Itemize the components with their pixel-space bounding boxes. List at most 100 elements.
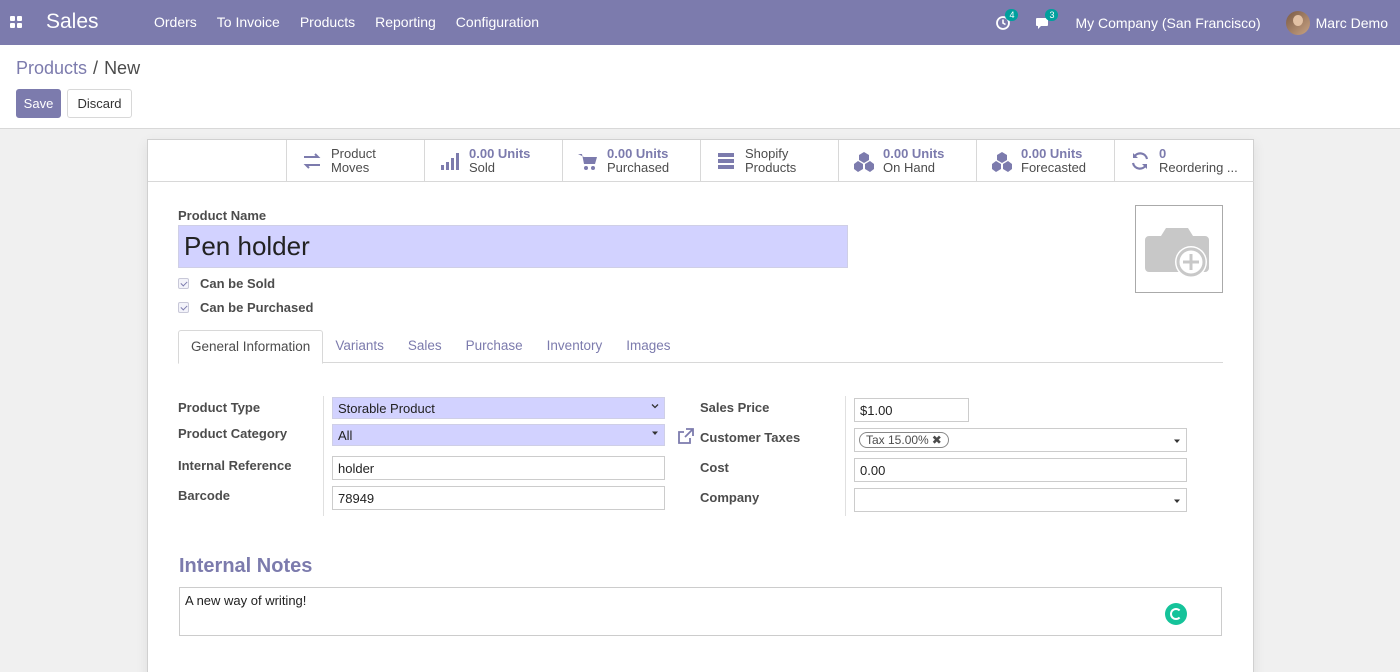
product-type-select[interactable]: Storable Product — [332, 397, 665, 419]
product-category-value: All — [338, 428, 353, 443]
sales-price-input[interactable]: $1.00 — [854, 398, 969, 422]
company-select[interactable] — [854, 488, 1187, 512]
customer-taxes-label: Customer Taxes — [700, 430, 801, 445]
tab-inventory[interactable]: Inventory — [535, 330, 615, 363]
left-group-divider — [323, 396, 324, 516]
grammarly-icon[interactable] — [1165, 603, 1187, 625]
menu-configuration[interactable]: Configuration — [456, 14, 539, 30]
top-navbar: Sales Orders To Invoice Products Reporti… — [0, 0, 1400, 45]
cubes-icon — [992, 152, 1012, 172]
internal-reference-input[interactable]: holder — [332, 456, 665, 480]
breadcrumb-separator: / — [93, 58, 99, 78]
activity-clock-icon[interactable]: 4 — [995, 8, 1019, 31]
can-be-sold-row: Can be Sold — [178, 276, 275, 291]
can-be-purchased-row: Can be Purchased — [178, 300, 313, 315]
reordering-value: 0 — [1159, 147, 1167, 161]
barcode-input[interactable]: 78949 — [332, 486, 665, 510]
product-category-label: Product Category — [178, 426, 288, 441]
menu-to-invoice[interactable]: To Invoice — [217, 14, 280, 30]
forecasted-label: Forecasted — [1021, 160, 1087, 175]
messages-chat-icon[interactable]: 3 — [1035, 8, 1059, 31]
can-be-sold-checkbox[interactable] — [178, 278, 189, 289]
can-be-purchased-checkbox[interactable] — [178, 302, 189, 313]
caret-down-icon — [1174, 499, 1180, 503]
barcode-label: Barcode — [178, 488, 231, 503]
forecasted-value: 0.00 Units — [1021, 147, 1083, 161]
company-switcher[interactable]: My Company (San Francisco) — [1075, 15, 1260, 31]
button-box-divider — [148, 181, 286, 182]
remove-tag-icon[interactable]: ✖ — [932, 433, 942, 447]
messages-count-badge: 3 — [1045, 8, 1059, 21]
on-hand-value: 0.00 Units — [883, 147, 945, 161]
shopify-label1: Shopify — [745, 147, 789, 161]
notebook-tabs: General Information Variants Sales Purch… — [178, 330, 1223, 364]
chevron-down-icon — [651, 404, 659, 409]
product-category-select[interactable]: All — [332, 424, 665, 446]
sold-value: 0.00 Units — [469, 147, 531, 161]
product-name-input[interactable] — [178, 225, 848, 268]
main-menu: Orders To Invoice Products Reporting Con… — [154, 14, 559, 30]
tab-purchase[interactable]: Purchase — [454, 330, 535, 363]
sold-button[interactable]: 0.00 Units Sold — [424, 140, 562, 182]
breadcrumb-products[interactable]: Products — [16, 58, 87, 78]
sales-price-label: Sales Price — [700, 400, 770, 415]
shopify-products-button[interactable]: Shopify Products — [700, 140, 838, 182]
product-type-value: Storable Product — [338, 401, 435, 416]
camera-plus-icon — [1145, 228, 1209, 278]
can-be-sold-label: Can be Sold — [200, 276, 276, 291]
customer-taxes-input[interactable]: Tax 15.00% ✖ — [854, 428, 1187, 452]
form-sheet: Product Moves 0.00 Units Sold 0.00 Units Pu… — [147, 139, 1254, 672]
cost-input[interactable]: 0.00 — [854, 458, 1187, 482]
user-menu[interactable]: Marc Demo — [1316, 15, 1388, 31]
caret-down-icon — [1174, 439, 1180, 443]
tab-sales[interactable]: Sales — [396, 330, 454, 363]
product-moves-button[interactable]: Product Moves — [286, 140, 424, 182]
company-label: Company — [700, 490, 760, 505]
signal-icon — [441, 153, 459, 170]
exchange-icon — [303, 153, 321, 169]
internal-reference-label: Internal Reference — [178, 458, 292, 473]
product-moves-label1: Product — [331, 147, 376, 161]
cubes-icon — [854, 152, 874, 172]
menu-orders[interactable]: Orders — [154, 14, 197, 30]
product-image-upload[interactable] — [1135, 205, 1223, 293]
activity-count-badge: 4 — [1005, 8, 1019, 21]
purchased-button[interactable]: 0.00 Units Purchased — [562, 140, 700, 182]
tab-variants[interactable]: Variants — [323, 330, 396, 363]
on-hand-label: On Hand — [883, 160, 936, 175]
app-name[interactable]: Sales — [46, 10, 99, 34]
forecasted-button[interactable]: 0.00 Units Forecasted — [976, 140, 1114, 182]
on-hand-button[interactable]: 0.00 Units On Hand — [838, 140, 976, 182]
tab-images[interactable]: Images — [614, 330, 682, 363]
user-avatar[interactable] — [1285, 10, 1310, 35]
navbar-right: 4 3 My Company (San Francisco) Marc Demo — [995, 0, 1400, 45]
discard-button[interactable]: Discard — [67, 89, 132, 118]
stack-icon — [718, 153, 734, 169]
smart-button-box: Product Moves 0.00 Units Sold 0.00 Units Pu… — [286, 140, 1254, 182]
sold-label: Sold — [469, 160, 496, 175]
save-button[interactable]: Save — [16, 89, 61, 118]
cost-label: Cost — [700, 460, 729, 475]
tax-tag-label: Tax 15.00% — [866, 433, 929, 447]
menu-products[interactable]: Products — [300, 14, 355, 30]
refresh-icon — [1131, 152, 1149, 170]
product-type-label: Product Type — [178, 400, 261, 415]
reordering-button[interactable]: 0 Reordering ... — [1114, 140, 1252, 182]
cart-icon — [578, 154, 597, 170]
apps-menu-icon[interactable] — [10, 16, 22, 28]
product-name-label: Product Name — [178, 208, 267, 223]
caret-down-icon — [652, 431, 658, 435]
can-be-purchased-label: Can be Purchased — [200, 300, 314, 315]
purchased-label: Purchased — [607, 160, 670, 175]
reordering-label: Reordering ... — [1159, 160, 1238, 175]
external-link-icon[interactable] — [677, 427, 695, 445]
breadcrumb-current: New — [104, 58, 141, 78]
breadcrumb: Products / New — [16, 58, 140, 79]
menu-reporting[interactable]: Reporting — [375, 14, 436, 30]
internal-notes-textarea[interactable]: A new way of writing! — [179, 587, 1222, 636]
tax-tag: Tax 15.00% ✖ — [859, 432, 949, 448]
control-panel: Products / New Save Discard — [0, 45, 1400, 129]
right-group-divider — [845, 396, 846, 516]
tab-general-information[interactable]: General Information — [178, 330, 324, 364]
shopify-label2: Products — [745, 160, 797, 175]
